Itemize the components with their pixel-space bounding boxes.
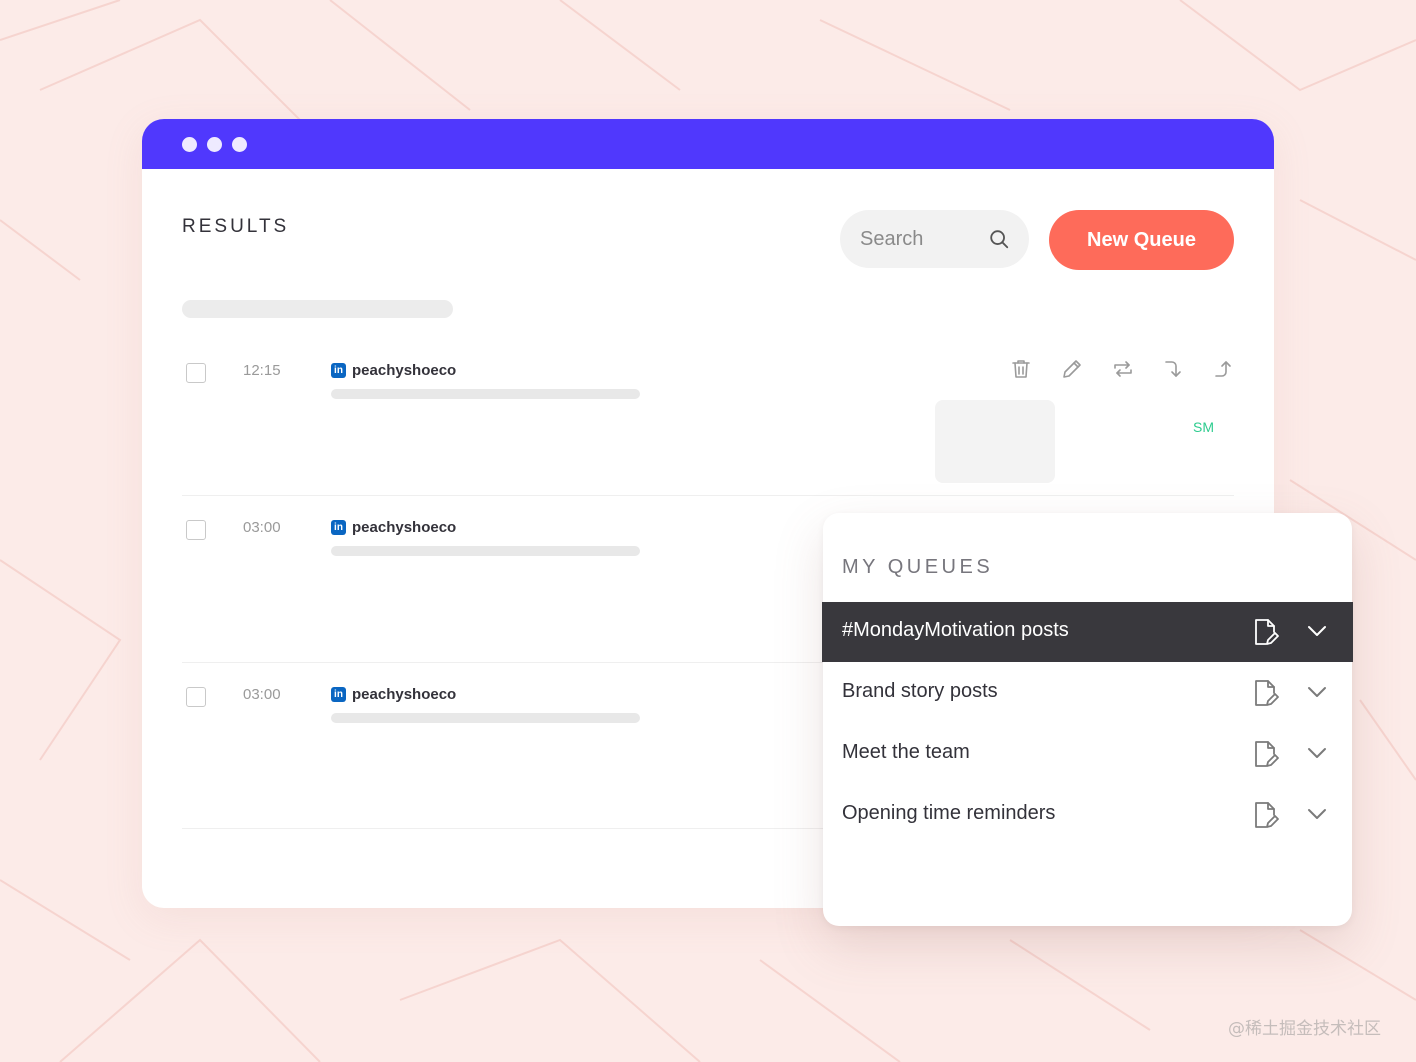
pencil-icon[interactable] [1060, 357, 1084, 381]
window-dot-close[interactable] [182, 137, 197, 152]
queue-item-label: #MondayMotivation posts [842, 619, 1069, 641]
row-divider [182, 495, 1234, 496]
queue-item-meet-the-team[interactable]: Meet the team [822, 724, 1353, 784]
post-content-placeholder [331, 389, 640, 399]
post-time: 03:00 [243, 519, 281, 536]
results-heading: RESULTS [182, 216, 290, 237]
window-dot-minimize[interactable] [207, 137, 222, 152]
row-checkbox[interactable] [186, 363, 206, 383]
post-time: 03:00 [243, 686, 281, 703]
linkedin-icon: in [331, 520, 346, 535]
row-checkbox[interactable] [186, 687, 206, 707]
chevron-down-icon[interactable] [1306, 742, 1328, 764]
account-name[interactable]: peachyshoeco [352, 519, 456, 536]
post-time: 12:15 [243, 362, 281, 379]
new-queue-button[interactable]: New Queue [1049, 210, 1234, 270]
edit-document-icon[interactable] [1252, 739, 1280, 769]
queue-item-monday-motivation[interactable]: #MondayMotivation posts [822, 602, 1353, 662]
edit-document-icon[interactable] [1252, 617, 1280, 647]
author-initials-badge: SM [1193, 419, 1214, 435]
window-titlebar [142, 119, 1274, 169]
table-row: 12:15 in peachyshoeco [182, 359, 1234, 499]
my-queues-panel: MY QUEUES #MondayMotivation posts Brand … [822, 513, 1353, 926]
chevron-down-icon[interactable] [1306, 681, 1328, 703]
account-name[interactable]: peachyshoeco [352, 686, 456, 703]
queue-item-brand-story[interactable]: Brand story posts [822, 663, 1353, 723]
search-placeholder: Search [860, 228, 924, 250]
chevron-down-icon[interactable] [1306, 803, 1328, 825]
post-content-placeholder [331, 713, 640, 723]
queue-item-label: Opening time reminders [842, 802, 1056, 824]
row-checkbox[interactable] [186, 520, 206, 540]
queue-item-label: Meet the team [842, 741, 970, 763]
account-name[interactable]: peachyshoeco [352, 362, 456, 379]
edit-document-icon[interactable] [1252, 678, 1280, 708]
search-input[interactable]: Search [840, 210, 1029, 268]
linkedin-icon: in [331, 363, 346, 378]
edit-document-icon[interactable] [1252, 800, 1280, 830]
search-icon[interactable] [988, 228, 1010, 250]
post-content-placeholder [331, 546, 640, 556]
trash-icon[interactable] [1009, 357, 1033, 381]
my-queues-heading: MY QUEUES [842, 556, 994, 578]
queue-item-opening-time[interactable]: Opening time reminders [822, 785, 1353, 845]
linkedin-icon: in [331, 687, 346, 702]
media-preview-placeholder [935, 400, 1055, 483]
share-icon[interactable] [1212, 357, 1236, 381]
window-dot-maximize[interactable] [232, 137, 247, 152]
repost-icon[interactable] [1111, 357, 1135, 381]
filter-placeholder-bar [182, 300, 453, 318]
watermark-text: @稀土掘金技术社区 [1228, 1019, 1381, 1039]
chevron-down-icon[interactable] [1306, 620, 1328, 642]
reply-icon[interactable] [1162, 357, 1186, 381]
queue-item-label: Brand story posts [842, 680, 998, 702]
